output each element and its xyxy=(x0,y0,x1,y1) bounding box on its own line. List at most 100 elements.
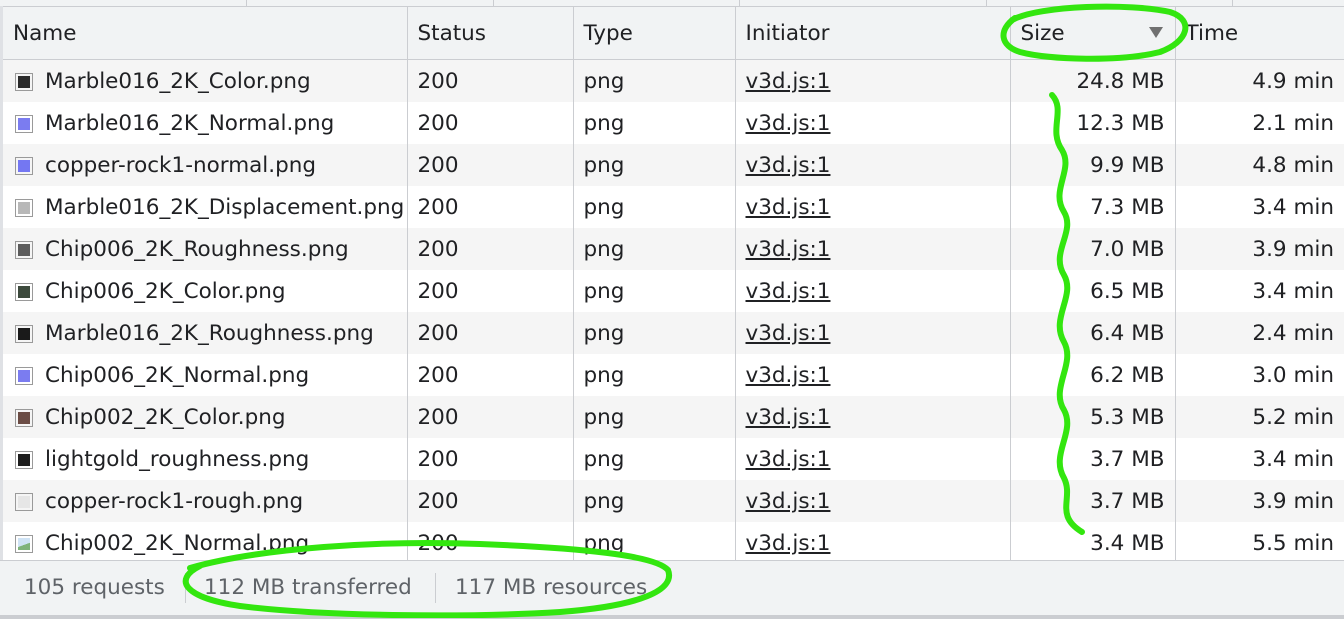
initiator-link[interactable]: v3d.js:1 xyxy=(746,321,831,346)
size-cell: 24.8 MB xyxy=(1010,59,1176,102)
initiator-link[interactable]: v3d.js:1 xyxy=(746,195,831,220)
request-name: Marble016_2K_Roughness.png xyxy=(45,320,374,346)
time-cell: 3.4 min xyxy=(1175,270,1344,312)
status-bar: 105 requests 112 MB transferred 117 MB r… xyxy=(0,560,1344,619)
time-cell: 4.9 min xyxy=(1175,59,1344,102)
request-name-cell: Chip002_2K_Color.png xyxy=(3,396,408,438)
request-name: Marble016_2K_Normal.png xyxy=(45,110,335,136)
table-row[interactable]: Chip002_2K_Normal.png 200 png v3d.js:1 3.4 M… xyxy=(3,522,1344,564)
status-cell: 200 xyxy=(407,186,574,228)
time-cell: 2.1 min xyxy=(1175,102,1344,144)
initiator-cell: v3d.js:1 xyxy=(735,270,1011,312)
initiator-link[interactable]: v3d.js:1 xyxy=(746,237,831,262)
file-thumbnail-icon xyxy=(15,72,33,91)
table-row[interactable]: Chip006_2K_Normal.png 200 png v3d.js:1 6.2 M… xyxy=(3,354,1344,396)
column-header-size-label: Size xyxy=(1020,20,1065,46)
initiator-link[interactable]: v3d.js:1 xyxy=(746,447,831,472)
initiator-cell: v3d.js:1 xyxy=(735,312,1011,354)
initiator-link[interactable]: v3d.js:1 xyxy=(746,405,831,430)
status-cell: 200 xyxy=(407,396,574,438)
column-header-time[interactable]: Time xyxy=(1175,7,1344,60)
time-cell: 5.5 min xyxy=(1175,522,1344,564)
file-thumbnail-icon xyxy=(15,366,33,385)
time-cell: 3.4 min xyxy=(1175,186,1344,228)
status-cell: 200 xyxy=(407,102,574,144)
column-header-name[interactable]: Name xyxy=(3,7,408,60)
type-cell: png xyxy=(573,102,736,144)
time-cell: 4.8 min xyxy=(1175,144,1344,186)
request-name: copper-rock1-normal.png xyxy=(45,152,317,178)
tab-divider xyxy=(246,0,247,6)
initiator-link[interactable]: v3d.js:1 xyxy=(746,489,831,514)
image-placeholder-icon xyxy=(15,534,33,553)
column-header-initiator[interactable]: Initiator xyxy=(735,7,1011,60)
table-row[interactable]: Marble016_2K_Displacement.png 200 png v3d.j… xyxy=(3,186,1344,228)
table-body: Marble016_2K_Color.png 200 png v3d.js:1 24.8… xyxy=(3,59,1344,564)
type-cell: png xyxy=(573,480,736,522)
time-cell: 2.4 min xyxy=(1175,312,1344,354)
request-name-cell: Chip002_2K_Normal.png xyxy=(3,522,408,564)
request-name-cell: Marble016_2K_Normal.png xyxy=(3,102,408,144)
request-name: Marble016_2K_Displacement.png xyxy=(45,194,405,220)
request-name-cell: Marble016_2K_Color.png xyxy=(3,59,408,102)
size-cell: 6.2 MB xyxy=(1010,354,1176,396)
type-cell: png xyxy=(573,228,736,270)
request-name: Chip006_2K_Roughness.png xyxy=(45,236,349,262)
tab-divider xyxy=(1232,0,1233,6)
file-thumbnail-icon xyxy=(15,324,33,343)
status-cell: 200 xyxy=(407,438,574,480)
status-cell: 200 xyxy=(407,480,574,522)
initiator-cell: v3d.js:1 xyxy=(735,480,1011,522)
type-cell: png xyxy=(573,312,736,354)
request-name: Marble016_2K_Color.png xyxy=(45,68,311,94)
request-name: Chip002_2K_Color.png xyxy=(45,404,286,430)
table-row[interactable]: Chip002_2K_Color.png 200 png v3d.js:1 5.3 MB… xyxy=(3,396,1344,438)
time-cell: 5.2 min xyxy=(1175,396,1344,438)
initiator-link[interactable]: v3d.js:1 xyxy=(746,531,831,556)
table-header-row: Name Status Type Initiator Size Time xyxy=(3,7,1344,60)
size-cell: 9.9 MB xyxy=(1010,144,1176,186)
status-cell: 200 xyxy=(407,522,574,564)
initiator-cell: v3d.js:1 xyxy=(735,354,1011,396)
file-thumbnail-icon xyxy=(15,408,33,427)
initiator-cell: v3d.js:1 xyxy=(735,438,1011,480)
size-cell: 12.3 MB xyxy=(1010,102,1176,144)
initiator-cell: v3d.js:1 xyxy=(735,144,1011,186)
file-thumbnail-icon xyxy=(15,450,33,469)
file-thumbnail-icon xyxy=(15,492,33,511)
type-cell: png xyxy=(573,522,736,564)
table-row[interactable]: Chip006_2K_Roughness.png 200 png v3d.js:1 7.… xyxy=(3,228,1344,270)
size-cell: 7.0 MB xyxy=(1010,228,1176,270)
request-name-cell: Chip006_2K_Normal.png xyxy=(3,354,408,396)
initiator-link[interactable]: v3d.js:1 xyxy=(746,111,831,136)
size-cell: 6.5 MB xyxy=(1010,270,1176,312)
initiator-link[interactable]: v3d.js:1 xyxy=(746,69,831,94)
file-thumbnail-icon xyxy=(15,198,33,217)
status-cell: 200 xyxy=(407,312,574,354)
table-row[interactable]: copper-rock1-rough.png 200 png v3d.js:1 3.7 … xyxy=(3,480,1344,522)
column-header-type[interactable]: Type xyxy=(573,7,736,60)
size-cell: 3.7 MB xyxy=(1010,480,1176,522)
initiator-link[interactable]: v3d.js:1 xyxy=(746,363,831,388)
file-thumbnail-icon xyxy=(15,114,33,133)
table-row[interactable]: Marble016_2K_Roughness.png 200 png v3d.js:1… xyxy=(3,312,1344,354)
table-row[interactable]: copper-rock1-normal.png 200 png v3d.js:1 9.9… xyxy=(3,144,1344,186)
status-divider xyxy=(185,573,186,603)
file-thumbnail-icon xyxy=(15,240,33,259)
status-cell: 200 xyxy=(407,354,574,396)
table-row[interactable]: lightgold_roughness.png 200 png v3d.js:1 3.7… xyxy=(3,438,1344,480)
size-cell: 6.4 MB xyxy=(1010,312,1176,354)
initiator-link[interactable]: v3d.js:1 xyxy=(746,153,831,178)
request-name: lightgold_roughness.png xyxy=(45,446,310,472)
column-header-size[interactable]: Size xyxy=(1010,7,1176,60)
table-row[interactable]: Marble016_2K_Normal.png 200 png v3d.js:1 12.… xyxy=(3,102,1344,144)
request-name-cell: copper-rock1-normal.png xyxy=(3,144,408,186)
size-cell: 3.7 MB xyxy=(1010,438,1176,480)
tab-divider xyxy=(739,0,740,6)
initiator-link[interactable]: v3d.js:1 xyxy=(746,279,831,304)
table-row[interactable]: Marble016_2K_Color.png 200 png v3d.js:1 24.8… xyxy=(3,59,1344,102)
type-cell: png xyxy=(573,438,736,480)
column-header-status[interactable]: Status xyxy=(407,7,574,60)
time-cell: 3.9 min xyxy=(1175,480,1344,522)
table-row[interactable]: Chip006_2K_Color.png 200 png v3d.js:1 6.5 MB… xyxy=(3,270,1344,312)
